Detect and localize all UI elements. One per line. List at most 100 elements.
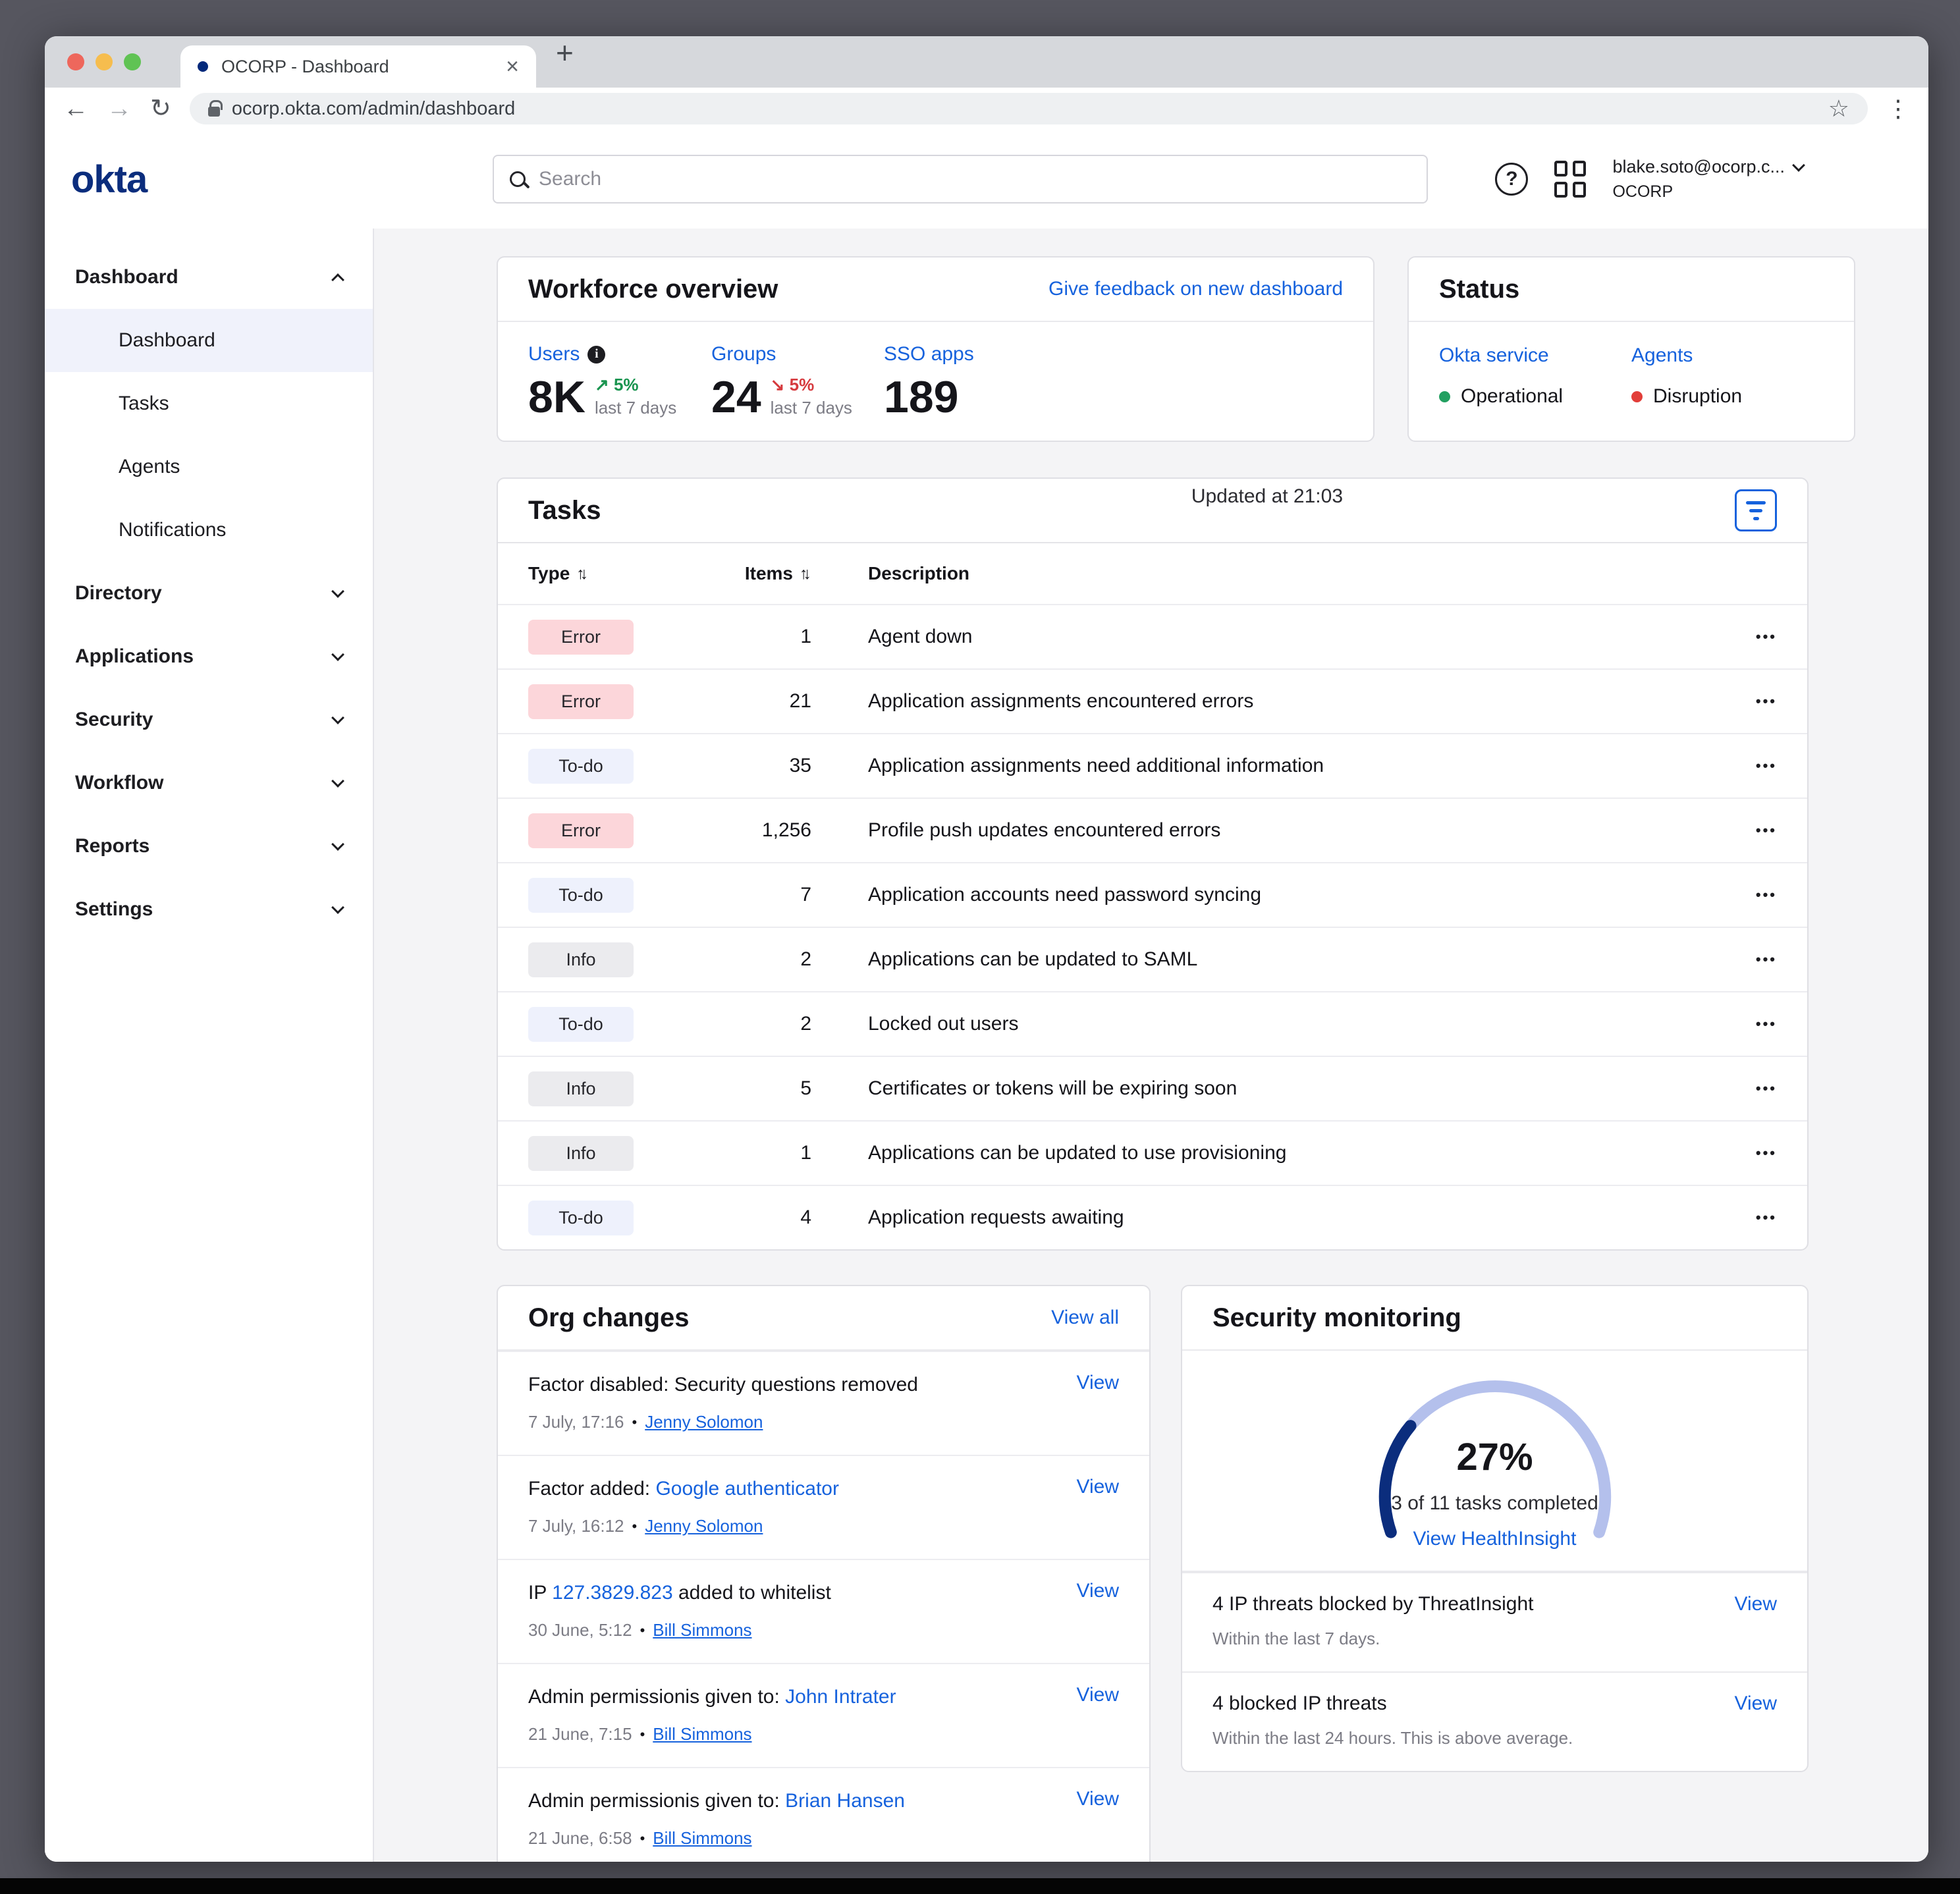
users-link[interactable]: Users bbox=[528, 343, 580, 365]
sso-apps-link[interactable]: SSO apps bbox=[884, 343, 974, 365]
sidebar-item-dashboard[interactable]: Dashboard bbox=[45, 309, 373, 372]
okta-favicon-icon bbox=[198, 61, 208, 72]
groups-link[interactable]: Groups bbox=[711, 343, 776, 365]
back-icon[interactable]: ← bbox=[63, 96, 88, 121]
row-overflow-icon[interactable]: ••• bbox=[1724, 951, 1777, 968]
threat-row-subtitle: Within the last 24 hours. This is above … bbox=[1212, 1728, 1777, 1748]
chevron-down-icon bbox=[331, 585, 344, 598]
help-icon[interactable]: ? bbox=[1495, 163, 1528, 196]
status-badge: Info bbox=[528, 1071, 634, 1106]
change-author-link[interactable]: Bill Simmons bbox=[653, 1620, 751, 1640]
view-link[interactable]: View bbox=[1077, 1372, 1119, 1394]
user-menu[interactable]: blake.soto@ocorp.c... OCORP bbox=[1612, 157, 1803, 202]
table-row[interactable]: To-do 35 Application assignments need ad… bbox=[498, 733, 1807, 798]
sort-icon[interactable]: ↑↓ bbox=[800, 564, 811, 583]
agents-link[interactable]: Agents bbox=[1631, 344, 1824, 367]
change-author-link[interactable]: Bill Simmons bbox=[653, 1828, 751, 1849]
change-author-link[interactable]: Jenny Solomon bbox=[645, 1412, 763, 1432]
status-badge: To-do bbox=[528, 1007, 634, 1042]
table-row[interactable]: Error 21 Application assignments encount… bbox=[498, 668, 1807, 733]
url-bar[interactable]: ocorp.okta.com/admin/dashboard ☆ bbox=[190, 93, 1868, 124]
change-date: 21 June, 7:15 bbox=[528, 1724, 632, 1745]
sidebar-section-security[interactable]: Security bbox=[45, 688, 373, 751]
row-overflow-icon[interactable]: ••• bbox=[1724, 886, 1777, 904]
change-author-link[interactable]: Bill Simmons bbox=[653, 1724, 751, 1745]
sidebar-item-notifications[interactable]: Notifications bbox=[45, 499, 373, 562]
row-overflow-icon[interactable]: ••• bbox=[1724, 693, 1777, 710]
info-icon[interactable]: i bbox=[587, 346, 605, 364]
users-period: last 7 days bbox=[595, 398, 676, 418]
view-healthinsight-link[interactable]: View HealthInsight bbox=[1413, 1528, 1577, 1550]
table-row[interactable]: Info 5 Certificates or tokens will be ex… bbox=[498, 1056, 1807, 1120]
row-overflow-icon[interactable]: ••• bbox=[1724, 822, 1777, 839]
view-link[interactable]: View bbox=[1735, 1593, 1777, 1615]
sidebar-section-settings[interactable]: Settings bbox=[45, 878, 373, 941]
forward-icon[interactable]: → bbox=[107, 96, 132, 121]
minimize-window-button[interactable] bbox=[95, 53, 113, 70]
status-badge: To-do bbox=[528, 878, 634, 913]
window-controls[interactable] bbox=[67, 53, 141, 70]
status-badge: Error bbox=[528, 684, 634, 719]
okta-service-link[interactable]: Okta service bbox=[1439, 344, 1631, 367]
sidebar-section-applications[interactable]: Applications bbox=[45, 625, 373, 688]
view-link[interactable]: View bbox=[1077, 1476, 1119, 1498]
threat-row-title: 4 IP threats blocked by ThreatInsight bbox=[1212, 1593, 1534, 1615]
filter-button[interactable] bbox=[1735, 489, 1777, 531]
url-text[interactable]: ocorp.okta.com/admin/dashboard bbox=[232, 98, 515, 120]
table-row[interactable]: Error 1 Agent down ••• bbox=[498, 604, 1807, 668]
okta-logo[interactable]: okta bbox=[71, 157, 147, 202]
row-overflow-icon[interactable]: ••• bbox=[1724, 1209, 1777, 1226]
column-items[interactable]: Items bbox=[745, 563, 793, 584]
view-link[interactable]: View bbox=[1077, 1788, 1119, 1810]
table-row[interactable]: To-do 7 Application accounts need passwo… bbox=[498, 862, 1807, 927]
row-overflow-icon[interactable]: ••• bbox=[1724, 1015, 1777, 1033]
new-tab-button[interactable]: + bbox=[556, 38, 574, 68]
status-badge: Error bbox=[528, 620, 634, 655]
sidebar-section-directory[interactable]: Directory bbox=[45, 562, 373, 625]
row-overflow-icon[interactable]: ••• bbox=[1724, 757, 1777, 774]
browser-tab[interactable]: OCORP - Dashboard × bbox=[180, 45, 536, 88]
list-item: Admin permissionis given to: John Intrat… bbox=[498, 1663, 1149, 1767]
table-row[interactable]: Error 1,256 Profile push updates encount… bbox=[498, 798, 1807, 862]
view-link[interactable]: View bbox=[1735, 1692, 1777, 1715]
app-grid-icon[interactable] bbox=[1554, 161, 1586, 198]
view-link[interactable]: View bbox=[1077, 1580, 1119, 1602]
close-window-button[interactable] bbox=[67, 53, 84, 70]
table-row[interactable]: To-do 4 Application requests awaiting ••… bbox=[498, 1185, 1807, 1249]
sidebar-section-dashboard[interactable]: Dashboard bbox=[45, 246, 373, 309]
change-link[interactable]: John Intrater bbox=[785, 1686, 896, 1708]
row-overflow-icon[interactable]: ••• bbox=[1724, 628, 1777, 645]
column-description: Description bbox=[811, 563, 1724, 584]
row-overflow-icon[interactable]: ••• bbox=[1724, 1145, 1777, 1162]
tab-close-icon[interactable]: × bbox=[506, 55, 519, 78]
sort-icon[interactable]: ↑↓ bbox=[576, 564, 588, 583]
trend-up-icon: ↗ bbox=[595, 375, 609, 394]
table-row[interactable]: Info 1 Applications can be updated to us… bbox=[498, 1120, 1807, 1185]
bullet-icon: • bbox=[640, 1830, 645, 1847]
table-row[interactable]: To-do 2 Locked out users ••• bbox=[498, 991, 1807, 1056]
sidebar-section-workflow[interactable]: Workflow bbox=[45, 751, 373, 815]
row-overflow-icon[interactable]: ••• bbox=[1724, 1080, 1777, 1097]
org-changes-title: Org changes bbox=[528, 1303, 690, 1333]
sidebar-item-agents[interactable]: Agents bbox=[45, 435, 373, 499]
sidebar-item-tasks[interactable]: Tasks bbox=[45, 372, 373, 435]
global-search[interactable] bbox=[493, 155, 1428, 203]
column-type[interactable]: Type bbox=[528, 563, 570, 584]
browser-menu-icon[interactable]: ⋮ bbox=[1886, 97, 1910, 121]
groups-count: 24 bbox=[711, 375, 761, 419]
search-input[interactable] bbox=[539, 168, 1411, 190]
table-row[interactable]: Info 2 Applications can be updated to SA… bbox=[498, 927, 1807, 991]
change-link[interactable]: Brian Hansen bbox=[785, 1790, 905, 1812]
sidebar-section-reports[interactable]: Reports bbox=[45, 815, 373, 878]
chevron-down-icon bbox=[331, 711, 344, 724]
bookmark-star-icon[interactable]: ☆ bbox=[1828, 97, 1849, 121]
zoom-window-button[interactable] bbox=[124, 53, 141, 70]
change-author-link[interactable]: Jenny Solomon bbox=[645, 1516, 763, 1536]
view-link[interactable]: View bbox=[1077, 1684, 1119, 1706]
change-link[interactable]: 127.3829.823 bbox=[552, 1582, 673, 1604]
view-all-link[interactable]: View all bbox=[1051, 1307, 1119, 1329]
reload-icon[interactable]: ↻ bbox=[150, 96, 171, 121]
change-link[interactable]: Google authenticator bbox=[655, 1478, 839, 1500]
disruption-status-dot bbox=[1631, 391, 1643, 402]
feedback-link[interactable]: Give feedback on new dashboard bbox=[1048, 278, 1343, 300]
